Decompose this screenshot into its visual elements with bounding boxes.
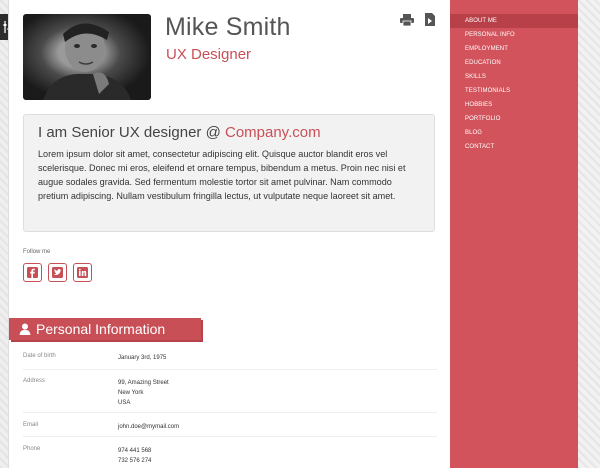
export-button[interactable] [424,13,436,31]
info-value: 99, Amazing Street New York USA [118,380,169,406]
info-row-phone: Phone 974 441 568 732 576 274 [23,446,437,468]
nav-item-hobbies[interactable]: HOBBIES [450,98,578,112]
side-navigation: ABOUT ME PERSONAL INFO EMPLOYMENT EDUCAT… [450,0,578,468]
user-icon [19,323,31,335]
nav-item-employment[interactable]: EMPLOYMENT [450,42,578,56]
info-row-dob: Date of birth January 3rd, 1975 [23,353,437,370]
nav-item-testimonials[interactable]: TESTIMONIALS [450,84,578,98]
print-button[interactable] [400,13,414,31]
main-content: Mike Smith UX Designer I am Senior UX de… [8,0,452,468]
intro-title-prefix: I am Senior UX designer @ [38,124,225,141]
nav-item-blog[interactable]: BLOG [450,126,578,140]
nav-list: ABOUT ME PERSONAL INFO EMPLOYMENT EDUCAT… [450,14,578,154]
profile-photo [23,14,151,100]
nav-item-personal-info[interactable]: PERSONAL INFO [450,28,578,42]
intro-body: Lorem ipsum dolor sit amet, consectetur … [38,149,406,201]
social-links [23,263,92,282]
linkedin-button[interactable] [73,263,92,282]
personal-info-title: Personal Information [36,321,166,337]
twitter-icon [52,267,63,278]
profile-role: UX Designer [166,46,252,63]
info-label: Address [23,378,46,384]
info-value: January 3rd, 1975 [118,355,167,361]
company-link[interactable]: Company.com [225,124,321,141]
info-label: Date of birth [23,353,56,359]
intro-box: I am Senior UX designer @ Company.com Lo… [23,114,435,232]
profile-name: Mike Smith [165,13,291,41]
twitter-button[interactable] [48,263,67,282]
nav-item-education[interactable]: EDUCATION [450,56,578,70]
right-background-strip [578,0,600,468]
nav-item-about-me[interactable]: ABOUT ME [450,14,578,28]
info-value: 974 441 568 732 576 274 [118,448,152,464]
personal-info-header: Personal Information [9,318,201,340]
nav-item-skills[interactable]: SKILLS [450,70,578,84]
info-label: Phone [23,446,41,452]
printer-icon [400,14,414,27]
nav-item-contact[interactable]: CONTACT [450,140,578,154]
nav-item-portfolio[interactable]: PORTFOLIO [450,112,578,126]
info-value[interactable]: john.doe@mymail.com [118,422,179,432]
portrait-image [43,23,131,100]
facebook-icon [27,267,38,278]
download-document-icon [425,13,435,26]
info-row-address: Address 99, Amazing Street New York USA [23,378,437,413]
intro-title: I am Senior UX designer @ Company.com [38,124,420,141]
info-row-email: Email john.doe@mymail.com [23,422,437,437]
facebook-button[interactable] [23,263,42,282]
follow-label: Follow me [23,249,51,255]
linkedin-icon [77,267,88,278]
info-label: Email [23,422,39,428]
